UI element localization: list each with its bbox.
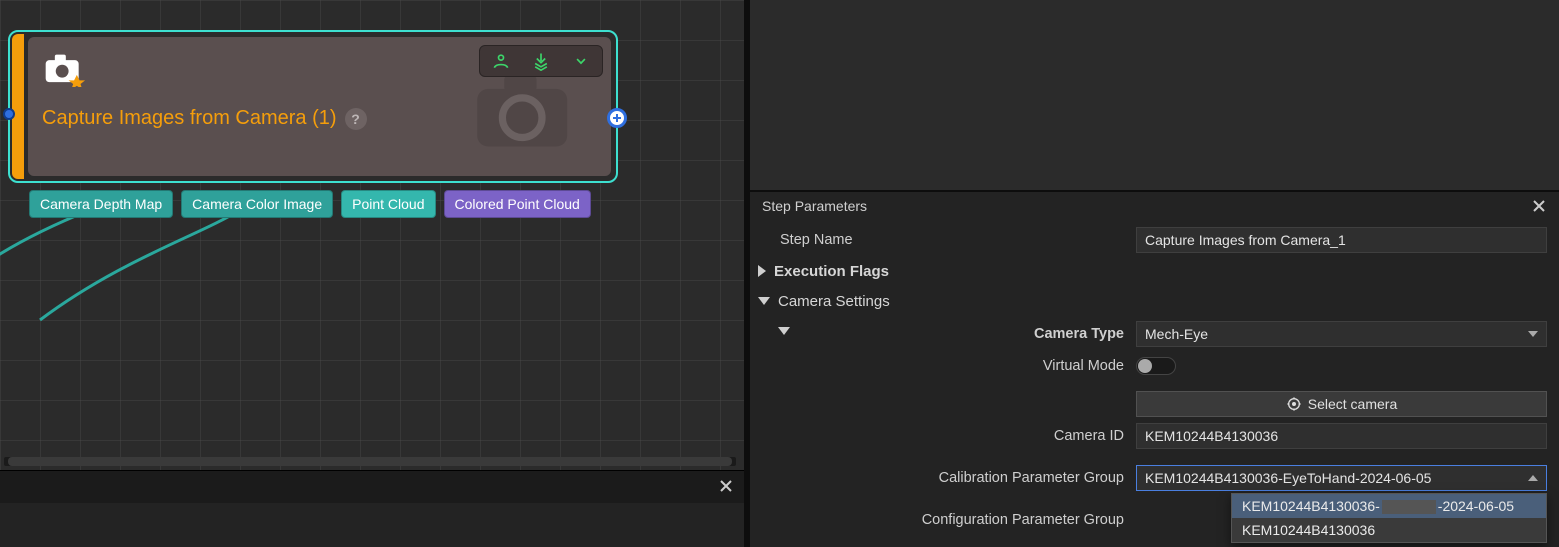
lower-panel bbox=[0, 503, 744, 547]
close-icon[interactable] bbox=[1531, 198, 1547, 214]
select-camera-button[interactable]: Select camera bbox=[1136, 391, 1547, 417]
camera-id-label: Camera ID bbox=[754, 428, 1136, 444]
chevron-down-icon bbox=[1528, 331, 1538, 337]
graph-canvas[interactable]: Capture Images from Camera (1) ? bbox=[0, 0, 744, 470]
camera-settings-label: Camera Settings bbox=[778, 293, 890, 310]
calibration-group-dropdown: KEM10244B4130036--2024-06-05 KEM10244B41… bbox=[1231, 493, 1547, 543]
step-name-label: Step Name bbox=[754, 232, 1136, 248]
camera-type-label: Camera Type bbox=[754, 326, 1136, 342]
redacted-text bbox=[1382, 500, 1436, 514]
node-capture-images[interactable]: Capture Images from Camera (1) ? bbox=[8, 30, 618, 183]
panel-title: Step Parameters bbox=[762, 198, 867, 214]
camera-type-value: Mech-Eye bbox=[1145, 326, 1208, 342]
close-icon[interactable] bbox=[718, 478, 734, 494]
properties-pane: Step Parameters Step Name Execution Flag… bbox=[750, 0, 1559, 547]
camera-id-input[interactable] bbox=[1136, 423, 1547, 449]
step-name-input[interactable] bbox=[1136, 227, 1547, 253]
chevron-up-icon bbox=[1528, 475, 1538, 481]
node-output-chips: Camera Depth Map Camera Color Image Poin… bbox=[29, 190, 591, 218]
panel-body: Step Name Execution Flags Camera Setting… bbox=[750, 220, 1559, 547]
dropdown-option[interactable]: KEM10244B4130036--2024-06-05 bbox=[1232, 494, 1546, 518]
chevron-right-icon bbox=[758, 265, 766, 277]
node-title: Capture Images from Camera (1) bbox=[42, 107, 337, 130]
section-execution-flags[interactable]: Execution Flags bbox=[754, 256, 1551, 286]
calibration-group-label: Calibration Parameter Group bbox=[754, 470, 1136, 486]
calibration-group-value: KEM10244B4130036-EyeToHand-2024-06-05 bbox=[1145, 470, 1431, 486]
virtual-mode-label: Virtual Mode bbox=[754, 358, 1136, 374]
node-accent-bar bbox=[12, 34, 24, 179]
output-chip-colored-point-cloud[interactable]: Colored Point Cloud bbox=[444, 190, 591, 218]
node-body: Capture Images from Camera (1) ? bbox=[28, 37, 611, 176]
section-camera-settings[interactable]: Camera Settings bbox=[754, 286, 1551, 316]
dropdown-option[interactable]: KEM10244B4130036 bbox=[1232, 518, 1546, 542]
add-output-port[interactable] bbox=[607, 108, 627, 128]
calibration-group-select[interactable]: KEM10244B4130036-EyeToHand-2024-06-05 bbox=[1136, 465, 1547, 491]
select-camera-label: Select camera bbox=[1308, 396, 1397, 412]
preview-icon[interactable] bbox=[488, 50, 514, 72]
canvas-horizontal-scrollbar[interactable] bbox=[4, 457, 736, 466]
input-port[interactable] bbox=[3, 108, 15, 120]
output-chip-color-image[interactable]: Camera Color Image bbox=[181, 190, 333, 218]
panel-header: Step Parameters bbox=[750, 192, 1559, 220]
virtual-mode-toggle[interactable] bbox=[1136, 357, 1176, 375]
help-icon[interactable]: ? bbox=[345, 108, 367, 130]
camera-star-icon bbox=[42, 47, 86, 91]
config-group-label: Configuration Parameter Group bbox=[754, 512, 1136, 528]
preview-area bbox=[750, 0, 1559, 192]
target-icon bbox=[1286, 396, 1302, 412]
camera-watermark-icon bbox=[469, 66, 579, 161]
graph-canvas-pane: Capture Images from Camera (1) ? bbox=[0, 0, 744, 547]
execution-flags-label: Execution Flags bbox=[774, 263, 889, 280]
download-stack-icon[interactable] bbox=[528, 50, 554, 72]
node-toolbar bbox=[479, 45, 603, 77]
camera-type-select[interactable]: Mech-Eye bbox=[1136, 321, 1547, 347]
chevron-down-icon bbox=[758, 297, 770, 305]
lower-panel-header bbox=[0, 470, 744, 503]
output-chip-point-cloud[interactable]: Point Cloud bbox=[341, 190, 435, 218]
output-chip-depth-map[interactable]: Camera Depth Map bbox=[29, 190, 173, 218]
download-icon[interactable] bbox=[568, 50, 594, 72]
